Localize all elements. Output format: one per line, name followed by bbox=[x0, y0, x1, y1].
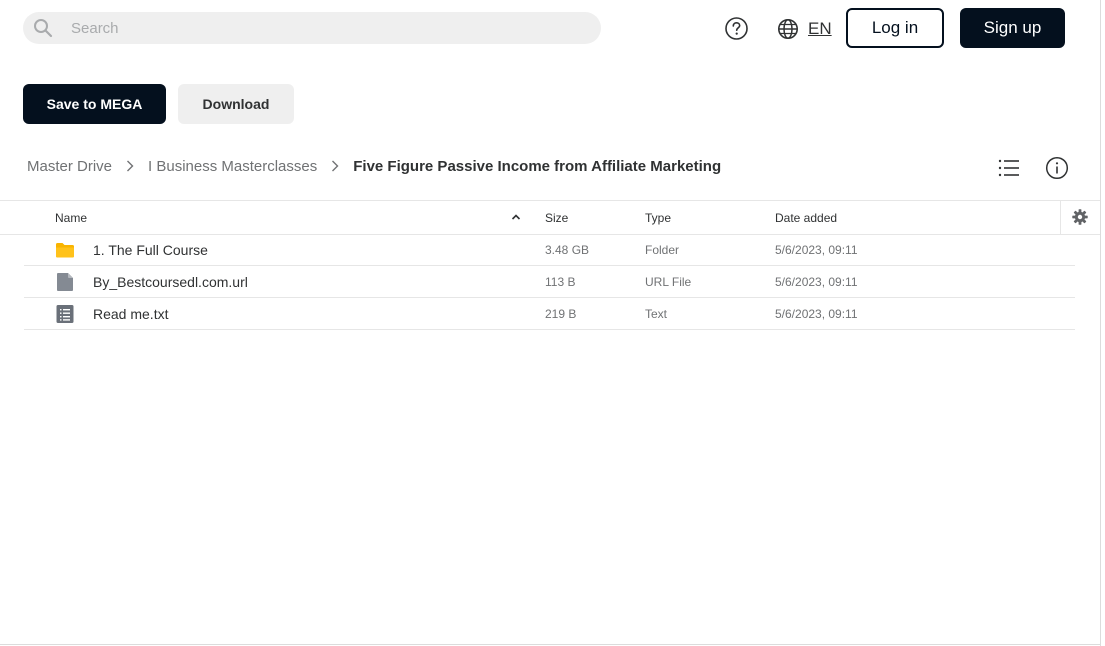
table-row[interactable]: 1. The Full Course 3.48 GB Folder 5/6/20… bbox=[24, 234, 1075, 266]
folder-icon bbox=[56, 243, 74, 258]
breadcrumb-item-business-masterclasses[interactable]: I Business Masterclasses bbox=[148, 158, 317, 175]
breadcrumb-item-master-drive[interactable]: Master Drive bbox=[27, 158, 112, 175]
column-header-date-added[interactable]: Date added bbox=[775, 211, 837, 225]
language-selector[interactable]: EN bbox=[777, 16, 832, 41]
generic-file-icon bbox=[57, 273, 73, 291]
text-file-icon bbox=[56, 305, 74, 323]
search-bar[interactable] bbox=[23, 12, 601, 44]
table-header: Name Size Type Date added bbox=[0, 201, 1100, 234]
table-row[interactable]: Read me.txt 219 B Text 5/6/2023, 09:11 bbox=[24, 298, 1075, 330]
column-header-size[interactable]: Size bbox=[545, 211, 568, 225]
file-type: Folder bbox=[645, 243, 680, 257]
window-bottom-border bbox=[0, 644, 1101, 645]
language-code[interactable]: EN bbox=[808, 19, 832, 39]
info-icon[interactable] bbox=[1045, 156, 1069, 180]
column-header-name[interactable]: Name bbox=[55, 211, 87, 225]
breadcrumb: Master Drive I Business Masterclasses Fi… bbox=[27, 156, 721, 176]
sort-ascending-icon[interactable] bbox=[511, 213, 521, 221]
globe-icon bbox=[778, 18, 798, 39]
file-size: 219 B bbox=[545, 307, 577, 321]
file-name[interactable]: By_Bestcoursedl.com.url bbox=[93, 274, 248, 290]
save-to-mega-button[interactable]: Save to MEGA bbox=[23, 84, 166, 124]
file-size: 3.48 GB bbox=[545, 243, 590, 257]
search-input[interactable] bbox=[71, 12, 581, 44]
file-type: Text bbox=[645, 307, 668, 321]
file-date-added: 5/6/2023, 09:11 bbox=[775, 243, 858, 257]
list-view-icon[interactable] bbox=[998, 157, 1020, 179]
chevron-right-icon bbox=[332, 160, 339, 172]
help-icon[interactable] bbox=[724, 16, 749, 41]
file-type: URL File bbox=[645, 275, 692, 289]
table-row[interactable]: By_Bestcoursedl.com.url 113 B URL File 5… bbox=[24, 266, 1075, 298]
window-right-border bbox=[1100, 0, 1101, 646]
breadcrumb-current-folder: Five Figure Passive Income from Affiliat… bbox=[353, 157, 722, 175]
search-icon bbox=[34, 19, 53, 38]
file-date-added: 5/6/2023, 09:11 bbox=[775, 275, 858, 289]
file-size: 113 B bbox=[545, 275, 576, 289]
download-button[interactable]: Download bbox=[178, 84, 294, 124]
gear-icon[interactable] bbox=[1072, 209, 1088, 225]
file-name[interactable]: 1. The Full Course bbox=[93, 242, 208, 258]
chevron-right-icon bbox=[127, 160, 134, 172]
file-name[interactable]: Read me.txt bbox=[93, 306, 168, 322]
column-divider bbox=[1060, 201, 1061, 234]
file-date-added: 5/6/2023, 09:11 bbox=[775, 307, 858, 321]
signup-button[interactable]: Sign up bbox=[960, 8, 1065, 48]
column-header-type[interactable]: Type bbox=[645, 211, 671, 225]
login-button[interactable]: Log in bbox=[846, 8, 944, 48]
